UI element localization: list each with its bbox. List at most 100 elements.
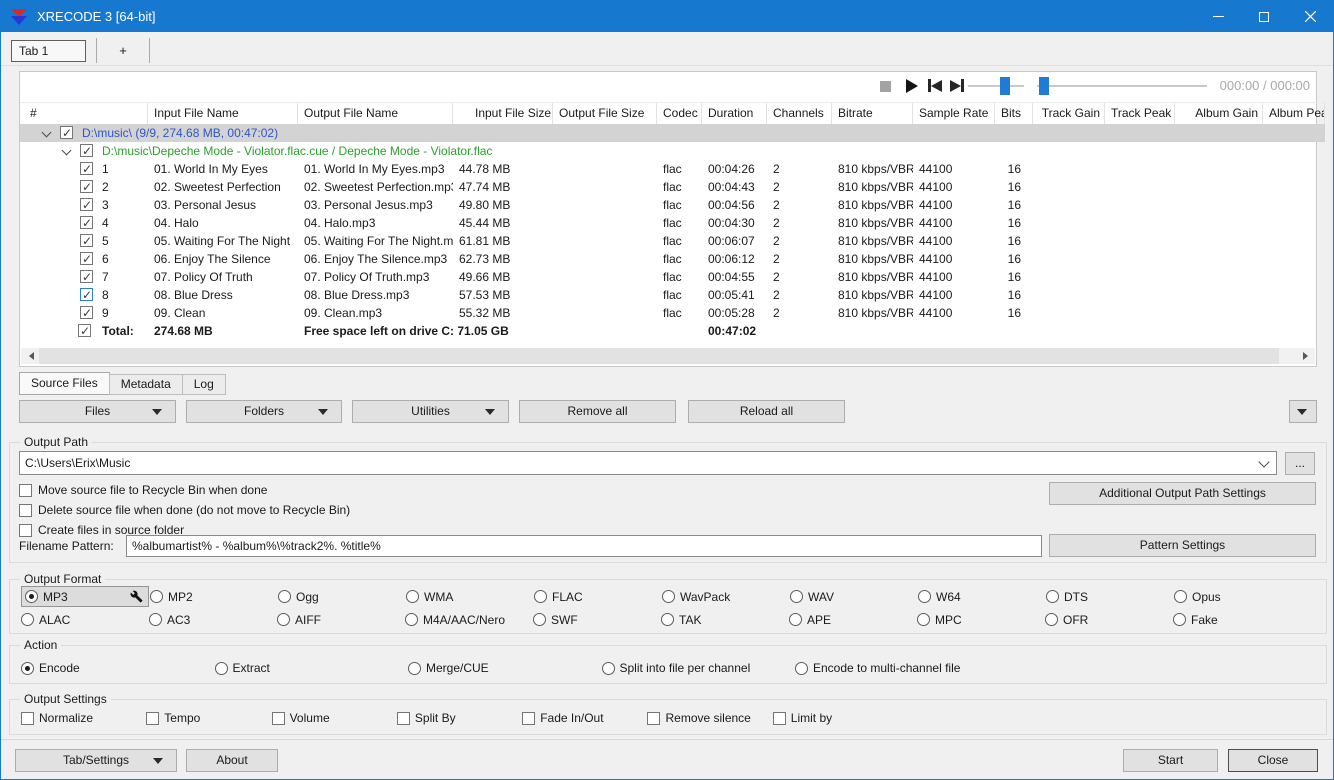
play-icon[interactable]	[906, 79, 918, 93]
format-radio-option[interactable]: ALAC	[21, 609, 149, 630]
group-row-root[interactable]: D:\music\ (9/9, 274.68 MB, 00:47:02)	[20, 124, 1325, 142]
track-checkbox[interactable]	[80, 160, 93, 178]
view-tab[interactable]: Metadata	[108, 374, 183, 395]
setting-checkbox[interactable]	[271, 711, 285, 725]
radio-icon[interactable]	[149, 613, 162, 626]
group-checkbox[interactable]	[60, 124, 73, 142]
track-row[interactable]: 6 06. Enjoy The Silence 06. Enjoy The Si…	[20, 250, 1325, 268]
action-radio-option[interactable]: Merge/CUE	[408, 658, 602, 679]
radio-icon[interactable]	[662, 590, 675, 603]
folders-button[interactable]: Folders	[186, 400, 342, 423]
option-checkbox[interactable]	[19, 523, 32, 537]
radio-icon[interactable]	[534, 590, 547, 603]
scroll-left-icon[interactable]	[23, 348, 39, 364]
total-checkbox[interactable]	[78, 322, 91, 340]
radio-icon[interactable]	[21, 661, 34, 675]
radio-icon[interactable]	[601, 661, 615, 675]
radio-icon[interactable]	[1045, 613, 1058, 626]
scrollbar-thumb[interactable]	[39, 348, 1279, 364]
option-checkbox[interactable]	[19, 503, 32, 517]
column-header[interactable]: Output File Size	[553, 103, 657, 125]
radio-icon[interactable]	[214, 661, 228, 675]
format-radio-option[interactable]: MPC	[917, 609, 1045, 630]
group-checkbox[interactable]	[80, 142, 93, 160]
track-checkbox[interactable]	[80, 286, 93, 304]
format-radio-option[interactable]: WMA	[406, 586, 534, 607]
option-row[interactable]: Move source file to Recycle Bin when don…	[19, 480, 350, 500]
track-row[interactable]: 5 05. Waiting For The Night 05. Waiting …	[20, 232, 1325, 250]
option-row[interactable]: Delete source file when done (do not mov…	[19, 500, 350, 520]
about-button[interactable]: About	[186, 749, 278, 772]
radio-icon[interactable]	[278, 590, 291, 603]
action-radio-option[interactable]: Encode to multi-channel file	[795, 658, 989, 679]
volume-slider-thumb[interactable]	[1000, 77, 1010, 95]
column-header[interactable]: Track Gain	[1033, 103, 1105, 125]
chevron-down-icon[interactable]	[1260, 458, 1270, 468]
maximize-button[interactable]	[1241, 1, 1287, 32]
track-checkbox[interactable]	[80, 232, 93, 250]
close-button[interactable]: Close	[1228, 749, 1318, 772]
format-radio-option[interactable]: OFR	[1045, 609, 1173, 630]
volume-slider[interactable]	[968, 77, 1024, 95]
radio-icon[interactable]	[408, 661, 421, 675]
format-radio-option[interactable]: Ogg	[278, 586, 406, 607]
setting-checkbox-option[interactable]: Split By	[396, 708, 522, 729]
setting-checkbox-option[interactable]: Tempo	[146, 708, 271, 729]
track-checkbox[interactable]	[80, 196, 93, 214]
track-checkbox[interactable]	[80, 178, 93, 196]
previous-track-icon[interactable]	[928, 79, 942, 92]
filename-pattern-input[interactable]	[126, 535, 1042, 557]
format-radio-option[interactable]: AIFF	[277, 609, 405, 630]
setting-checkbox[interactable]	[396, 711, 410, 725]
remove-all-button[interactable]: Remove all	[519, 400, 676, 423]
action-radio-option[interactable]: Encode	[21, 658, 215, 679]
reload-all-button[interactable]: Reload all	[688, 400, 845, 423]
format-radio-option[interactable]: MP2	[150, 586, 278, 607]
tab-1[interactable]: Tab 1	[11, 40, 86, 62]
action-radio-option[interactable]: Extract	[214, 658, 409, 679]
view-tab[interactable]: Log	[181, 374, 226, 395]
view-tab[interactable]: Source Files	[19, 372, 110, 395]
column-header[interactable]: Channels	[767, 103, 832, 125]
action-radio-option[interactable]: Split into file per channel	[601, 658, 796, 679]
seek-slider[interactable]	[1037, 77, 1207, 95]
column-header[interactable]: Sample Rate	[913, 103, 995, 125]
setting-checkbox[interactable]	[772, 711, 786, 725]
format-radio-option[interactable]: WAV	[790, 586, 918, 607]
format-radio-option[interactable]: FLAC	[534, 586, 662, 607]
toolbar-more-button[interactable]	[1289, 400, 1317, 423]
radio-icon[interactable]	[21, 613, 34, 626]
utilities-button[interactable]: Utilities	[352, 400, 509, 423]
column-header[interactable]: #	[20, 103, 148, 125]
format-radio-option[interactable]: W64	[918, 586, 1046, 607]
radio-icon[interactable]	[789, 613, 802, 626]
setting-checkbox-option[interactable]: Normalize	[21, 708, 146, 729]
close-window-button[interactable]	[1287, 1, 1333, 32]
radio-icon[interactable]	[1174, 590, 1187, 603]
radio-icon[interactable]	[25, 590, 38, 603]
tab-settings-button[interactable]: Tab/Settings	[15, 749, 177, 772]
horizontal-scrollbar[interactable]	[21, 348, 1315, 364]
format-radio-option[interactable]: Opus	[1174, 586, 1302, 607]
track-row[interactable]: 7 07. Policy Of Truth 07. Policy Of Trut…	[20, 268, 1325, 286]
option-checkbox[interactable]	[19, 483, 32, 497]
format-radio-option[interactable]: AC3	[149, 609, 277, 630]
radio-icon[interactable]	[917, 613, 930, 626]
track-row[interactable]: 2 02. Sweetest Perfection 02. Sweetest P…	[20, 178, 1325, 196]
track-row[interactable]: 3 03. Personal Jesus 03. Personal Jesus.…	[20, 196, 1325, 214]
start-button[interactable]: Start	[1123, 749, 1218, 772]
chevron-down-icon[interactable]	[42, 129, 52, 139]
setting-checkbox[interactable]	[647, 711, 661, 725]
add-tab-button[interactable]: +	[105, 40, 141, 62]
radio-icon[interactable]	[150, 590, 163, 603]
setting-checkbox[interactable]	[21, 711, 34, 725]
track-checkbox[interactable]	[80, 214, 93, 232]
column-header[interactable]: Album Peak	[1263, 103, 1325, 125]
radio-icon[interactable]	[661, 613, 674, 626]
files-button[interactable]: Files	[19, 400, 176, 423]
track-checkbox[interactable]	[80, 250, 93, 268]
radio-icon[interactable]	[405, 613, 418, 626]
format-radio-option[interactable]: DTS	[1046, 586, 1174, 607]
track-row[interactable]: 8 08. Blue Dress 08. Blue Dress.mp3 57.5…	[20, 286, 1325, 304]
setting-checkbox-option[interactable]: Volume	[271, 708, 397, 729]
